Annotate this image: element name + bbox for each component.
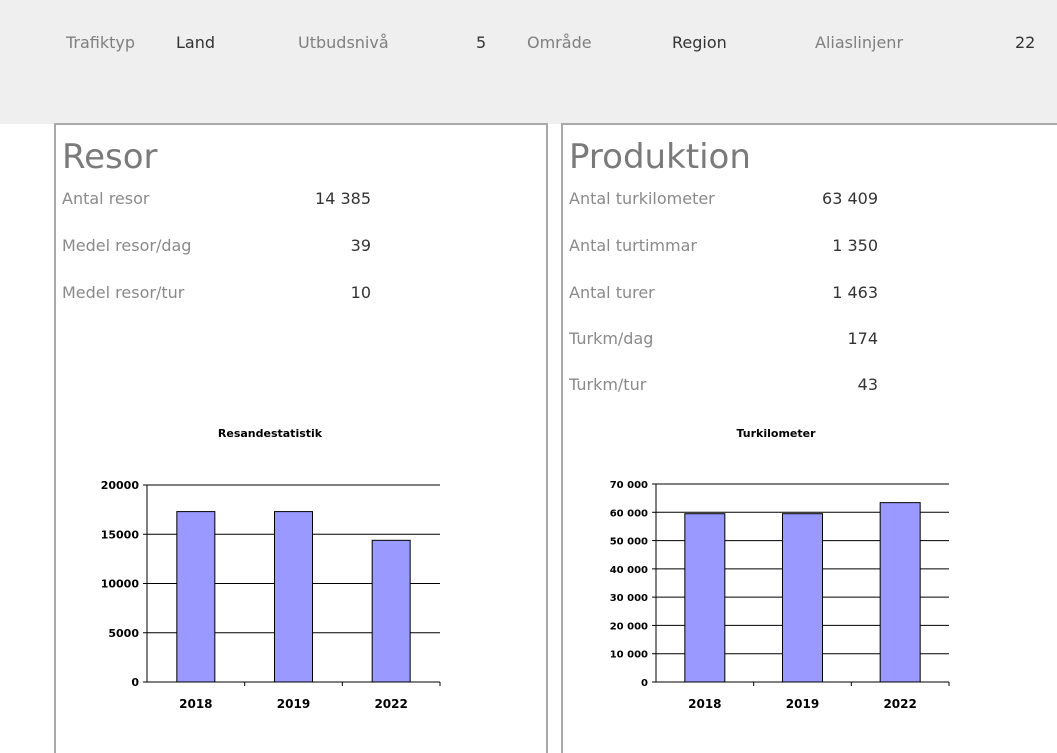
- bar-2019: [782, 513, 823, 683]
- produktion-title: Produktion: [569, 137, 751, 177]
- trafiktyp-label: Trafiktyp: [66, 33, 136, 52]
- y-tick-label: 70 000: [610, 480, 648, 491]
- resandestatistik-chart: Resandestatistik 0 5000 10000 15000 20000 2018…: [101, 427, 441, 711]
- x-tick-label: 2022: [374, 697, 407, 711]
- chart-title: Resandestatistik: [218, 427, 323, 440]
- resor-title: Resor: [62, 137, 158, 177]
- x-tick-label: 2018: [688, 697, 721, 711]
- stat-value-turkm-tur: 43: [857, 375, 878, 394]
- omrade-label: Område: [527, 33, 592, 52]
- stat-value-medel-resor-tur: 10: [350, 283, 371, 302]
- stat-label-medel-resor-tur: Medel resor/tur: [62, 283, 185, 302]
- chart-title: Turkilometer: [736, 427, 816, 440]
- stat-value-antal-resor: 14 385: [315, 189, 371, 208]
- aliaslinjenr-label: Aliaslinjenr: [815, 33, 904, 52]
- stat-label-antal-resor: Antal resor: [62, 189, 150, 208]
- stat-label-turkm-tur: Turkm/tur: [569, 375, 647, 394]
- bar-2019: [274, 511, 313, 683]
- stat-label-antal-turtimmar: Antal turtimmar: [569, 236, 697, 255]
- y-tick-label: 50 000: [610, 537, 648, 548]
- stat-label-antal-turer: Antal turer: [569, 283, 655, 302]
- stat-value-antal-turer: 1 463: [832, 283, 878, 302]
- y-tick-label: 5000: [108, 627, 139, 640]
- stat-value-turkm-dag: 174: [847, 329, 878, 348]
- stat-value-antal-turkilometer: 63 409: [822, 189, 878, 208]
- stat-value-antal-turtimmar: 1 350: [832, 236, 878, 255]
- y-tick-label: 15000: [101, 528, 140, 541]
- omrade-value[interactable]: Region: [672, 33, 727, 52]
- x-tick-label: 2019: [277, 697, 310, 711]
- x-tick-label: 2019: [786, 697, 819, 711]
- bar-2018: [176, 511, 216, 683]
- y-tick-label: 0: [131, 676, 139, 689]
- y-tick-label: 10000: [101, 578, 140, 591]
- bar-2022: [371, 539, 411, 683]
- stat-value-medel-resor-dag: 39: [350, 236, 371, 255]
- y-tick-label: 40 000: [610, 565, 648, 576]
- utbudsniva-value[interactable]: 5: [476, 33, 486, 52]
- y-tick-label: 20000: [101, 479, 140, 492]
- trafiktyp-value[interactable]: Land: [176, 33, 215, 52]
- y-tick-label: 20 000: [610, 621, 648, 632]
- aliaslinjenr-value[interactable]: 22: [1015, 33, 1035, 52]
- x-tick-label: 2018: [179, 697, 212, 711]
- stat-label-medel-resor-dag: Medel resor/dag: [62, 236, 192, 255]
- bar-2018: [684, 513, 726, 683]
- turkilometer-chart: Turkilometer 0 10 000 20 000 30 000 40 000 50 …: [610, 427, 950, 711]
- x-tick-label: 2022: [883, 697, 916, 711]
- y-tick-label: 10 000: [610, 650, 648, 661]
- y-tick-label: 60 000: [610, 508, 648, 519]
- bar-2022: [879, 502, 921, 683]
- y-tick-label: 30 000: [610, 593, 648, 604]
- filter-header: [0, 0, 1057, 124]
- stat-label-antal-turkilometer: Antal turkilometer: [569, 189, 715, 208]
- y-tick-label: 0: [641, 678, 648, 689]
- stat-label-turkm-dag: Turkm/dag: [569, 329, 654, 348]
- utbudsniva-label: Utbudsnivå: [298, 33, 389, 52]
